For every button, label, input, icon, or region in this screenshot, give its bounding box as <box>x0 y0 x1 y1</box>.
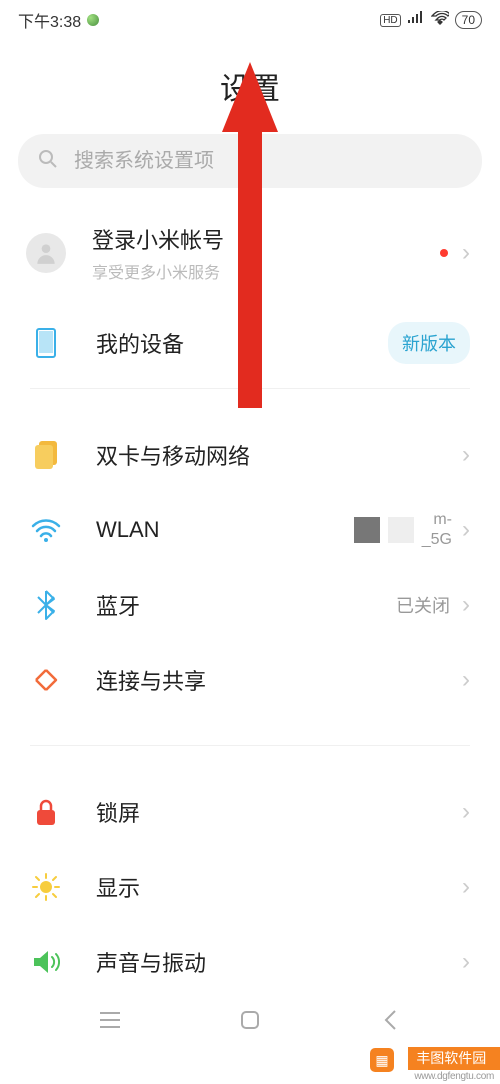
sound-icon <box>30 949 62 975</box>
sun-icon <box>30 872 62 902</box>
nav-bar <box>0 992 500 1048</box>
wlan-suffix: m- _5G <box>422 510 452 548</box>
device-icon <box>30 328 62 358</box>
sim-network-row[interactable]: 双卡与移动网络 › <box>0 417 500 492</box>
page-title: 设置 <box>0 40 500 134</box>
chevron-right-icon: › <box>462 666 470 694</box>
signal-icon <box>407 11 425 30</box>
bluetooth-row[interactable]: 蓝牙 已关闭 › <box>0 567 500 642</box>
status-time: 下午3:38 <box>18 8 81 32</box>
wlan-row[interactable]: WLAN m- _5G › <box>0 492 500 567</box>
device-row[interactable]: 我的设备 新版本 <box>0 298 500 388</box>
account-row[interactable]: 登录小米帐号 享受更多小米服务 › <box>0 208 500 298</box>
chevron-right-icon: › <box>462 441 470 469</box>
lockscreen-row[interactable]: 锁屏 › <box>0 774 500 849</box>
wifi-status-icon <box>431 11 449 30</box>
row-label: 锁屏 <box>96 796 462 828</box>
new-version-badge: 新版本 <box>388 322 470 364</box>
chevron-right-icon: › <box>462 239 470 267</box>
wlan-value: m- _5G <box>354 510 452 548</box>
chevron-right-icon: › <box>462 516 470 544</box>
status-dot-icon <box>87 14 99 26</box>
bluetooth-status: 已关闭 <box>396 592 450 618</box>
watermark-icon: ▦ <box>370 1048 394 1072</box>
hd-indicator: HD <box>380 14 400 27</box>
search-box[interactable] <box>18 134 482 188</box>
account-subtitle: 享受更多小米服务 <box>92 259 440 283</box>
row-label: 蓝牙 <box>96 589 396 621</box>
censor-block-icon <box>354 517 380 543</box>
chevron-right-icon: › <box>462 798 470 826</box>
nav-back-icon[interactable] <box>378 1008 402 1032</box>
censor-block-icon <box>388 517 414 543</box>
lock-icon <box>30 798 62 826</box>
sound-row[interactable]: 声音与振动 › <box>0 924 500 999</box>
wifi-icon <box>30 518 62 542</box>
nav-recents-icon[interactable] <box>98 1008 122 1032</box>
avatar-icon <box>26 233 66 273</box>
row-label: 双卡与移动网络 <box>96 439 462 471</box>
row-label: WLAN <box>96 517 354 543</box>
sim-icon <box>30 441 62 469</box>
device-label: 我的设备 <box>96 327 388 359</box>
watermark: 丰图软件园 www.dgfengtu.com <box>408 1047 500 1084</box>
search-input[interactable] <box>74 150 462 173</box>
battery-indicator: 70 <box>455 11 482 29</box>
status-bar: 下午3:38 HD 70 <box>0 0 500 40</box>
status-right: HD 70 <box>380 11 482 30</box>
watermark-name: 丰图软件园 <box>408 1047 500 1070</box>
search-icon <box>38 149 58 174</box>
row-label: 显示 <box>96 871 462 903</box>
status-left: 下午3:38 <box>18 8 99 32</box>
connection-share-row[interactable]: 连接与共享 › <box>0 642 500 717</box>
chevron-right-icon: › <box>462 948 470 976</box>
account-title: 登录小米帐号 <box>92 223 440 255</box>
display-row[interactable]: 显示 › <box>0 849 500 924</box>
share-icon <box>30 667 62 693</box>
row-label: 声音与振动 <box>96 946 462 978</box>
red-dot-indicator <box>440 249 448 257</box>
nav-home-icon[interactable] <box>238 1008 262 1032</box>
row-label: 连接与共享 <box>96 664 462 696</box>
chevron-right-icon: › <box>462 591 470 619</box>
bluetooth-icon <box>30 590 62 620</box>
watermark-url: www.dgfengtu.com <box>408 1070 500 1084</box>
chevron-right-icon: › <box>462 873 470 901</box>
